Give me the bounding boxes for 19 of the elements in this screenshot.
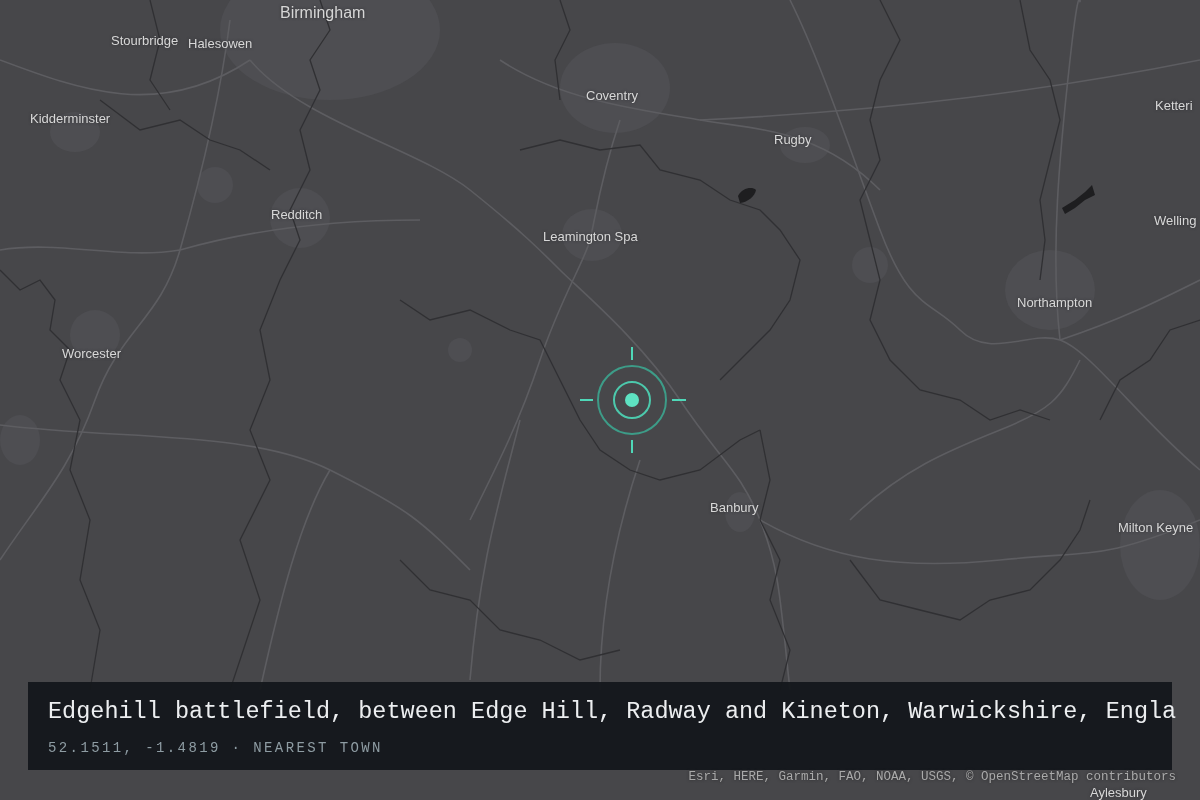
place-label: Birmingham [280,4,366,22]
place-label: Ketteri [1155,97,1193,113]
place-label: Milton Keyne [1118,519,1194,535]
caption-title: Edgehill battlefield, between Edge Hill, Radway and Kineton, Warwickshire, Engla [48,697,1177,727]
place-label: Banbury [710,499,759,515]
place-label: Kidderminster [30,110,111,126]
place-label: Welling [1154,212,1197,228]
place-label: Leamington Spa [543,228,638,244]
place-label: Worcester [62,345,121,361]
attribution-text: Esri, HERE, Garmin, FAO, NOAA, USGS, © OpenStreetMap contributors [688,769,1176,785]
location-target-icon [580,347,686,453]
place-label: Redditch [271,206,323,222]
place-label: Aylesbury [1090,784,1147,800]
place-label: Stourbridge [111,32,179,48]
place-label: Halesowen [188,35,253,51]
caption-subtitle: 52.1511, -1.4819 · NEAREST TOWN [48,739,383,757]
place-label: Rugby [774,131,812,147]
place-label: Northampton [1017,294,1093,310]
place-label: Coventry [586,87,639,103]
